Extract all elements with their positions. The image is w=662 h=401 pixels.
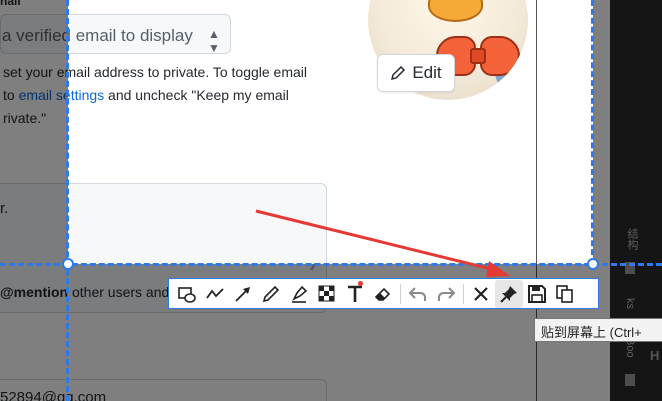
text-icon [348, 285, 362, 302]
redo-icon [438, 286, 456, 301]
pin-icon [500, 285, 517, 303]
arrow-tool[interactable] [229, 280, 257, 308]
active-color-dot [358, 280, 363, 286]
text-tool[interactable] [341, 280, 369, 308]
curve-tool[interactable] [201, 280, 229, 308]
avatar-bow-right [480, 36, 520, 76]
avatar-beak [428, 0, 483, 22]
copy-button[interactable] [551, 280, 579, 308]
dim-left [0, 0, 68, 401]
eraser-tool[interactable] [369, 280, 397, 308]
arrow-icon [235, 286, 250, 302]
toolbar-separator [400, 283, 401, 304]
save-icon [528, 284, 546, 303]
copy-icon [556, 284, 573, 303]
curve-icon [206, 287, 224, 299]
pencil-icon [391, 65, 406, 81]
pen-tool[interactable] [257, 280, 285, 308]
edit-button-label: Edit [412, 63, 442, 82]
eraser-icon [374, 287, 391, 301]
selection-bottom-edge[interactable] [0, 263, 662, 266]
save-button[interactable] [523, 280, 551, 308]
toolbar-separator [463, 283, 464, 304]
marker-tool[interactable] [285, 280, 313, 308]
avatar-bow-knot [470, 48, 486, 64]
cancel-button[interactable] [467, 280, 495, 308]
undo-icon [408, 286, 426, 301]
mosaic-tool[interactable] [313, 280, 341, 308]
rect-ellipse-icon [178, 286, 196, 303]
selection-handle-bottom-right[interactable] [587, 258, 599, 270]
edit-avatar-button[interactable]: Edit [377, 54, 455, 92]
selection-right-edge[interactable] [591, 0, 594, 264]
selection-handle-bottom-left[interactable] [62, 258, 74, 270]
mosaic-icon [318, 285, 335, 301]
capture-toolbar [168, 278, 599, 309]
pin-button[interactable] [495, 279, 523, 308]
undo-button[interactable] [404, 280, 432, 308]
rectangle-tool[interactable] [173, 280, 201, 308]
pin-tooltip: 贴到屏幕上 (Ctrl+ [534, 318, 662, 342]
highlighter-icon [292, 285, 308, 303]
selection-left-edge[interactable] [66, 0, 69, 401]
select-caret-icon: ▲ ▼ [208, 27, 220, 55]
redo-button[interactable] [432, 280, 460, 308]
close-icon [474, 286, 488, 301]
pencil-icon [262, 285, 280, 302]
